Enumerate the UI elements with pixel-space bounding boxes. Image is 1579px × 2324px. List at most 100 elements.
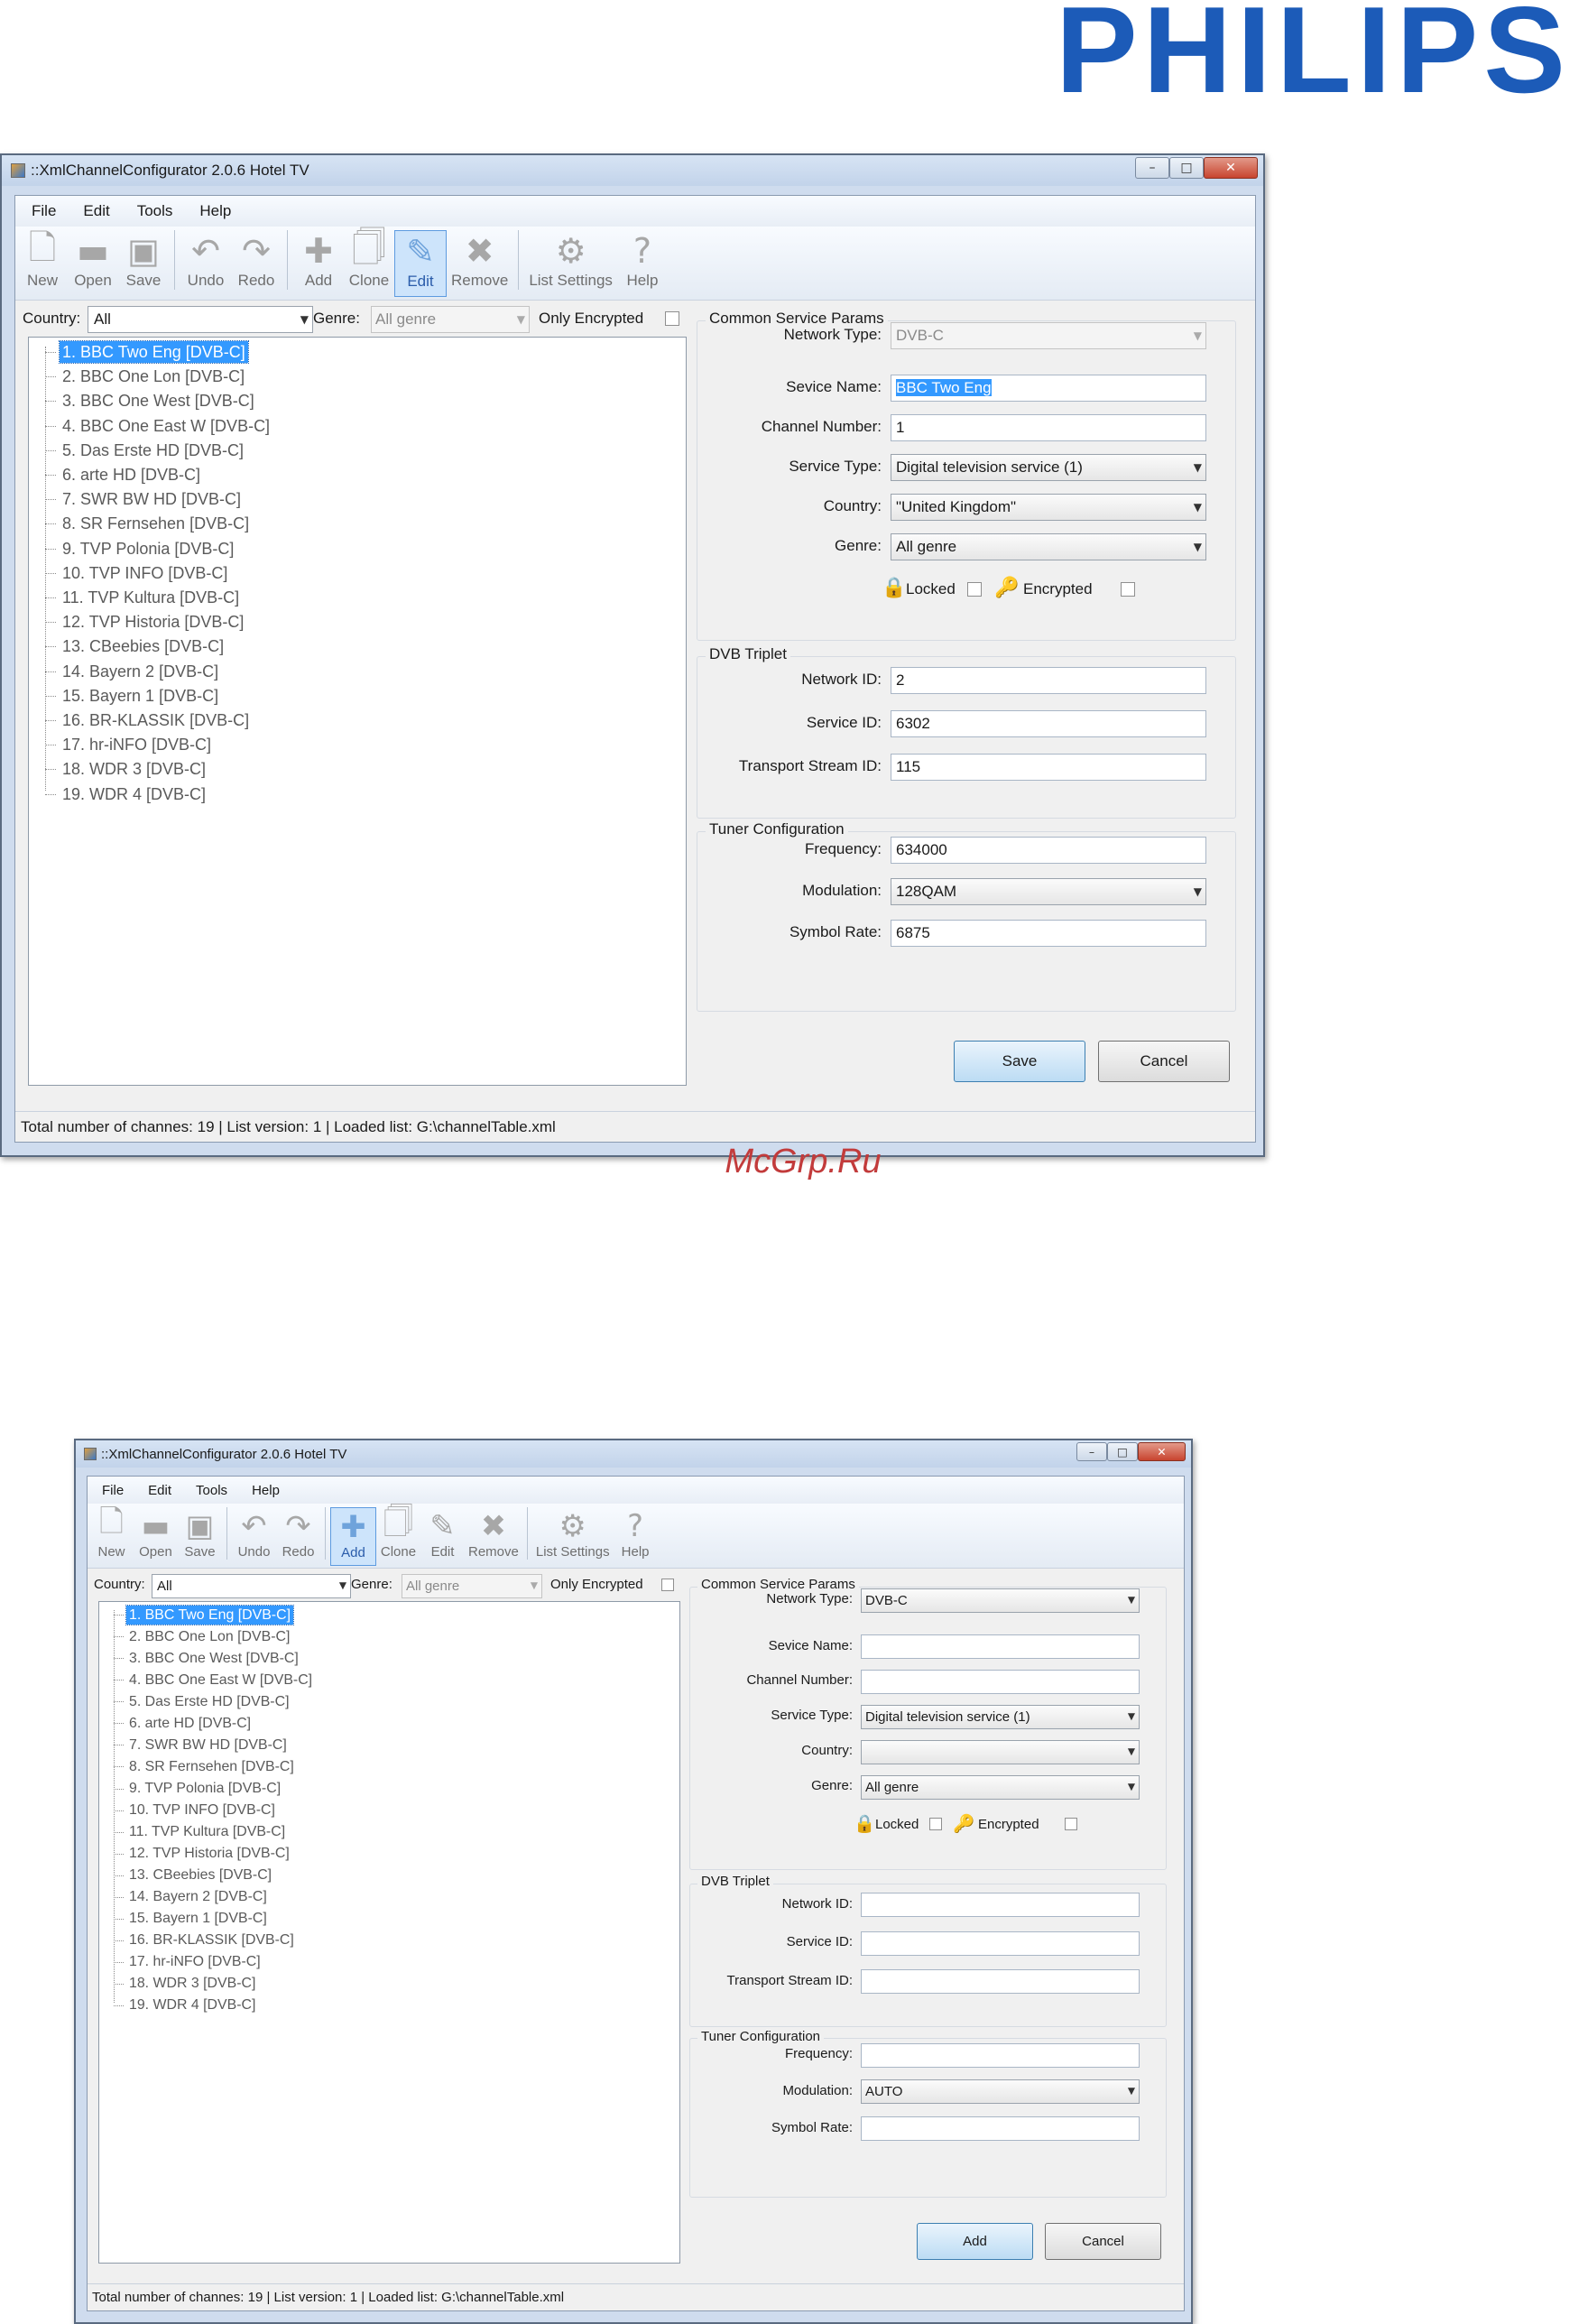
channel-list-item[interactable]: 18. WDR 3 [DVB-C] bbox=[126, 1974, 258, 1993]
country-filter-select[interactable]: All ▼ bbox=[152, 1574, 351, 1598]
channel-list-item[interactable]: 14. Bayern 2 [DVB-C] bbox=[60, 661, 221, 682]
channel-list-item[interactable]: 19. WDR 4 [DVB-C] bbox=[126, 1995, 258, 2014]
frequency-input[interactable]: 634000 bbox=[891, 837, 1206, 864]
channel-list-item[interactable]: 11. TVP Kultura [DVB-C] bbox=[60, 587, 242, 608]
maximize-button[interactable]: □ bbox=[1169, 157, 1204, 179]
locked-checkbox[interactable] bbox=[967, 582, 982, 597]
channel-list-item[interactable]: 8. SR Fernsehen [DVB-C] bbox=[126, 1757, 297, 1776]
menu-file[interactable]: File bbox=[102, 1483, 124, 1498]
network-type-select[interactable]: DVB-C ▼ bbox=[861, 1588, 1140, 1613]
channel-list-item[interactable]: 3. BBC One West [DVB-C] bbox=[60, 390, 257, 412]
channel-list-item[interactable]: 9. TVP Polonia [DVB-C] bbox=[60, 538, 236, 560]
channel-list-item[interactable]: 7. SWR BW HD [DVB-C] bbox=[126, 1736, 290, 1755]
genre-select[interactable]: All genre ▼ bbox=[891, 533, 1206, 560]
channel-list-item[interactable]: 3. BBC One West [DVB-C] bbox=[126, 1649, 301, 1668]
only-encrypted-checkbox[interactable] bbox=[665, 311, 679, 326]
channel-list-item[interactable]: 5. Das Erste HD [DVB-C] bbox=[126, 1692, 291, 1711]
channel-list-item[interactable]: 1. BBC Two Eng [DVB-C] bbox=[125, 1605, 294, 1625]
channel-list-item[interactable]: 12. TVP Historia [DVB-C] bbox=[126, 1844, 292, 1863]
toolbar-add-button[interactable]: ✚ Add bbox=[293, 230, 344, 297]
modulation-select[interactable]: 128QAM ▼ bbox=[891, 878, 1206, 905]
channel-list-item[interactable]: 13. CBeebies [DVB-C] bbox=[60, 635, 226, 657]
toolbar-edit-button[interactable]: ✎ Edit bbox=[420, 1507, 465, 1566]
channel-list-item[interactable]: 9. TVP Polonia [DVB-C] bbox=[126, 1779, 283, 1798]
channel-list-item[interactable]: 17. hr-iNFO [DVB-C] bbox=[60, 734, 214, 755]
toolbar-remove-button[interactable]: ✖ Remove bbox=[465, 1507, 522, 1566]
toolbar-save-button[interactable]: ▣ Save bbox=[118, 230, 169, 297]
transport-stream-id-input[interactable] bbox=[861, 1969, 1140, 1994]
channel-list-item[interactable]: 15. Bayern 1 [DVB-C] bbox=[60, 685, 221, 707]
toolbar-new-button[interactable]: 🗋 New bbox=[17, 227, 68, 297]
service-type-select[interactable]: Digital television service (1) ▼ bbox=[861, 1705, 1140, 1729]
toolbar-open-button[interactable]: ▬ Open bbox=[68, 230, 118, 297]
menu-tools[interactable]: Tools bbox=[196, 1483, 227, 1498]
encrypted-checkbox[interactable] bbox=[1065, 1818, 1077, 1830]
toolbar-open-button[interactable]: ▬ Open bbox=[134, 1507, 178, 1566]
channel-list-item[interactable]: 10. TVP INFO [DVB-C] bbox=[60, 562, 230, 584]
toolbar-clone-button[interactable]: 🗍 Clone bbox=[376, 1504, 420, 1566]
channel-tree[interactable]: 1. BBC Two Eng [DVB-C] 2. BBC One Lon [DV… bbox=[98, 1601, 680, 2264]
channel-number-input[interactable]: 1 bbox=[891, 414, 1206, 441]
toolbar-add-button[interactable]: ✚ Add bbox=[330, 1507, 376, 1566]
toolbar-help-button[interactable]: ? Help bbox=[614, 1507, 658, 1566]
menu-edit[interactable]: Edit bbox=[83, 202, 109, 220]
service-name-input[interactable]: BBC Two Eng bbox=[891, 375, 1206, 402]
channel-list-item[interactable]: 19. WDR 4 [DVB-C] bbox=[60, 783, 208, 805]
channel-list-item[interactable]: 11. TVP Kultura [DVB-C] bbox=[126, 1822, 288, 1841]
toolbar-new-button[interactable]: 🗋 New bbox=[89, 1504, 134, 1566]
transport-stream-id-input[interactable]: 115 bbox=[891, 754, 1206, 781]
primary-add-button[interactable]: Add bbox=[917, 2223, 1033, 2260]
genre-filter-select[interactable]: All genre ▼ bbox=[371, 306, 530, 333]
country-filter-select[interactable]: All ▼ bbox=[88, 306, 313, 333]
network-type-select[interactable]: DVB-C ▼ bbox=[891, 322, 1206, 349]
channel-tree[interactable]: 1. BBC Two Eng [DVB-C] 2. BBC One Lon [DV… bbox=[28, 337, 687, 1086]
service-type-select[interactable]: Digital television service (1) ▼ bbox=[891, 454, 1206, 481]
channel-list-item[interactable]: 12. TVP Historia [DVB-C] bbox=[60, 611, 246, 633]
genre-filter-select[interactable]: All genre ▼ bbox=[402, 1574, 542, 1598]
toolbar-clone-button[interactable]: 🗍 Clone bbox=[344, 227, 394, 297]
channel-list-item[interactable]: 4. BBC One East W [DVB-C] bbox=[126, 1671, 315, 1690]
frequency-input[interactable] bbox=[861, 2043, 1140, 2068]
channel-list-item[interactable]: 7. SWR BW HD [DVB-C] bbox=[60, 488, 244, 510]
network-id-input[interactable]: 2 bbox=[891, 667, 1206, 694]
locked-checkbox[interactable] bbox=[929, 1818, 942, 1830]
close-button[interactable]: ✕ bbox=[1204, 157, 1258, 179]
toolbar-undo-button[interactable]: ↶ Undo bbox=[232, 1507, 276, 1566]
menu-file[interactable]: File bbox=[32, 202, 56, 220]
cancel-button[interactable]: Cancel bbox=[1098, 1041, 1230, 1082]
close-button[interactable]: ✕ bbox=[1138, 1442, 1186, 1461]
toolbar-list-settings-button[interactable]: ⚙ List Settings bbox=[524, 230, 617, 297]
menu-tools[interactable]: Tools bbox=[137, 202, 173, 220]
maximize-button[interactable]: □ bbox=[1107, 1442, 1138, 1461]
channel-list-item[interactable]: 13. CBeebies [DVB-C] bbox=[126, 1866, 274, 1884]
cancel-button[interactable]: Cancel bbox=[1045, 2223, 1161, 2260]
service-id-input[interactable] bbox=[861, 1931, 1140, 1956]
network-id-input[interactable] bbox=[861, 1893, 1140, 1917]
channel-number-input[interactable] bbox=[861, 1670, 1140, 1694]
channel-list-item[interactable]: 2. BBC One Lon [DVB-C] bbox=[60, 366, 247, 387]
channel-list-item[interactable]: 16. BR-KLASSIK [DVB-C] bbox=[60, 709, 252, 731]
modulation-select[interactable]: AUTO ▼ bbox=[861, 2079, 1140, 2104]
minimize-button[interactable]: – bbox=[1076, 1442, 1107, 1461]
channel-list-item[interactable]: 16. BR-KLASSIK [DVB-C] bbox=[126, 1930, 297, 1949]
channel-list-item[interactable]: 14. Bayern 2 [DVB-C] bbox=[126, 1887, 270, 1906]
channel-list-item[interactable]: 15. Bayern 1 [DVB-C] bbox=[126, 1909, 270, 1928]
channel-list-item[interactable]: 4. BBC One East W [DVB-C] bbox=[60, 415, 272, 437]
channel-list-item[interactable]: 8. SR Fernsehen [DVB-C] bbox=[60, 513, 252, 534]
menu-help[interactable]: Help bbox=[199, 202, 231, 220]
only-encrypted-checkbox[interactable] bbox=[661, 1579, 674, 1591]
service-id-input[interactable]: 6302 bbox=[891, 710, 1206, 737]
channel-list-item[interactable]: 17. hr-iNFO [DVB-C] bbox=[126, 1952, 263, 1971]
toolbar-list-settings-button[interactable]: ⚙ List Settings bbox=[532, 1507, 614, 1566]
toolbar-undo-button[interactable]: ↶ Undo bbox=[180, 230, 231, 297]
channel-list-item[interactable]: 10. TVP INFO [DVB-C] bbox=[126, 1801, 278, 1819]
toolbar-help-button[interactable]: ? Help bbox=[617, 230, 668, 297]
channel-list-item[interactable]: 6. arte HD [DVB-C] bbox=[126, 1714, 254, 1733]
menu-help[interactable]: Help bbox=[252, 1483, 280, 1498]
channel-list-item[interactable]: 5. Das Erste HD [DVB-C] bbox=[60, 440, 246, 461]
toolbar-remove-button[interactable]: ✖ Remove bbox=[447, 230, 512, 297]
menu-edit[interactable]: Edit bbox=[148, 1483, 171, 1498]
symbol-rate-input[interactable] bbox=[861, 2116, 1140, 2141]
symbol-rate-input[interactable]: 6875 bbox=[891, 920, 1206, 947]
channel-list-item[interactable]: 6. arte HD [DVB-C] bbox=[60, 464, 203, 486]
